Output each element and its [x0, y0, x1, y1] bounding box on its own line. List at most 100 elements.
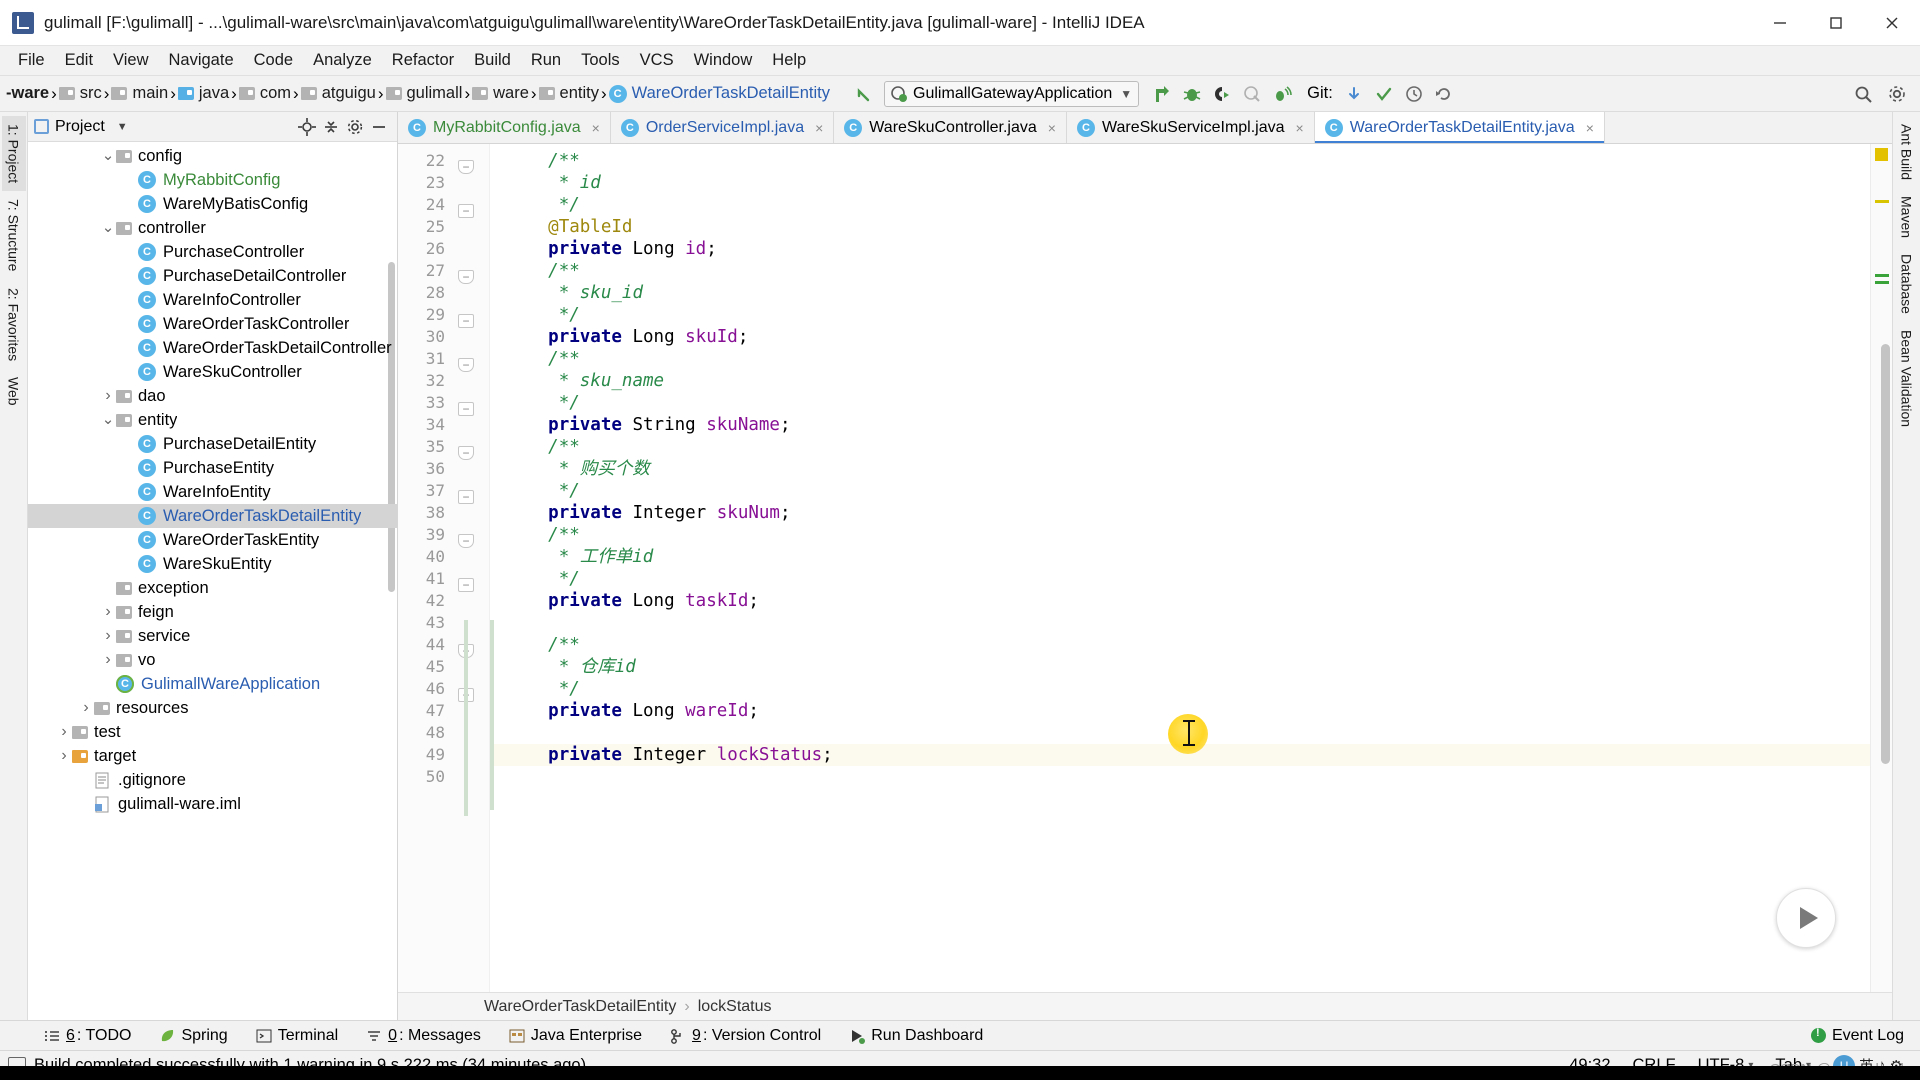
tool-window-button-messages[interactable]: 0: Messages — [352, 1024, 495, 1048]
code-line[interactable]: */ — [490, 480, 1870, 502]
tool-window-button-spring[interactable]: Spring — [145, 1024, 241, 1048]
menu-run[interactable]: Run — [521, 49, 571, 72]
chevron-right-icon[interactable]: › — [100, 603, 116, 621]
code-line[interactable]: /** — [490, 634, 1870, 656]
code-editor[interactable]: −−−−−−−−−−−− 222324252627282930313233343… — [398, 144, 1892, 992]
breadcrumb-item-ware[interactable]: -ware — [2, 84, 51, 103]
fold-region-start-icon[interactable]: − — [458, 160, 474, 174]
code-line[interactable]: */ — [490, 392, 1870, 414]
fold-region-end-icon[interactable]: − — [458, 402, 474, 416]
menu-refactor[interactable]: Refactor — [382, 49, 464, 72]
chevron-right-icon[interactable]: › — [100, 627, 116, 645]
tool-window-antbuild[interactable]: Ant Build — [1895, 116, 1919, 188]
tool-window-button-terminal[interactable]: Terminal — [242, 1024, 352, 1048]
code-line[interactable]: /** — [490, 260, 1870, 282]
code-line[interactable]: private String skuName; — [490, 414, 1870, 436]
editor-vertical-scrollbar[interactable] — [1881, 344, 1890, 764]
warning-marker[interactable] — [1875, 200, 1889, 203]
run-with-coverage-icon[interactable] — [1207, 79, 1237, 109]
code-line[interactable]: /** — [490, 348, 1870, 370]
menu-edit[interactable]: Edit — [55, 49, 103, 72]
breadcrumb-item-wareordertaskdetailentity[interactable]: C WareOrderTaskDetailEntity — [607, 84, 832, 103]
tool-window-button-versioncontrol[interactable]: 9: Version Control — [656, 1024, 835, 1048]
menu-file[interactable]: File — [8, 49, 55, 72]
breadcrumb-item-com[interactable]: com — [237, 84, 293, 103]
chevron-down-icon[interactable]: ⌄ — [100, 148, 116, 163]
code-line[interactable]: * 购买个数 — [490, 458, 1870, 480]
settings-icon[interactable] — [1882, 79, 1912, 109]
tool-window-2favorites[interactable]: 2: Favorites — [2, 280, 26, 369]
tree-item[interactable]: › resources — [28, 696, 397, 720]
maximize-button[interactable] — [1808, 0, 1864, 46]
run-configuration-selector[interactable]: GulimallGatewayApplication ▼ — [884, 80, 1140, 107]
fold-region-end-icon[interactable]: − — [458, 204, 474, 218]
menu-tools[interactable]: Tools — [571, 49, 630, 72]
code-line[interactable]: * sku_name — [490, 370, 1870, 392]
code-content[interactable]: /** * id */ @TableId private Long id; /*… — [490, 144, 1870, 992]
fold-region-start-icon[interactable]: − — [458, 358, 474, 372]
debug-icon[interactable] — [1177, 79, 1207, 109]
tool-window-database[interactable]: Database — [1895, 246, 1919, 322]
tree-item[interactable]: › vo — [28, 648, 397, 672]
vcs-change-marker[interactable] — [490, 620, 494, 810]
fold-region-start-icon[interactable]: − — [458, 534, 474, 548]
code-line[interactable]: * 工作单id — [490, 546, 1870, 568]
search-everywhere-icon[interactable] — [1848, 79, 1878, 109]
editor-breadcrumb-item[interactable]: lockStatus — [698, 998, 772, 1016]
locate-icon[interactable] — [295, 115, 319, 139]
tree-item[interactable]: C GulimallWareApplication — [28, 672, 397, 696]
tree-item[interactable]: C WareSkuEntity — [28, 552, 397, 576]
close-icon[interactable]: × — [1296, 120, 1304, 136]
project-panel-title-group[interactable]: Project ▼ — [34, 118, 128, 136]
history-icon[interactable] — [1399, 79, 1429, 109]
menu-build[interactable]: Build — [464, 49, 521, 72]
fold-region-start-icon[interactable]: − — [458, 270, 474, 284]
tree-item[interactable]: › dao — [28, 384, 397, 408]
tool-window-maven[interactable]: Maven — [1895, 188, 1919, 246]
code-line[interactable] — [490, 766, 1870, 788]
tree-item[interactable]: › service — [28, 624, 397, 648]
tree-item[interactable]: C WareInfoController — [28, 288, 397, 312]
breadcrumb-item-src[interactable]: src — [57, 84, 104, 103]
code-line[interactable]: */ — [490, 568, 1870, 590]
vcs-change-marker[interactable] — [464, 620, 468, 816]
code-line[interactable]: */ — [490, 304, 1870, 326]
tree-item[interactable]: › feign — [28, 600, 397, 624]
tree-item[interactable]: C PurchaseEntity — [28, 456, 397, 480]
code-line[interactable]: private Long skuId; — [490, 326, 1870, 348]
chevron-right-icon[interactable]: › — [100, 651, 116, 669]
tree-item[interactable]: C WareOrderTaskEntity — [28, 528, 397, 552]
profile-icon[interactable] — [1237, 79, 1267, 109]
chevron-down-icon[interactable]: ⌄ — [100, 220, 116, 235]
tree-item[interactable]: gulimall-ware.iml — [28, 792, 397, 816]
close-icon[interactable]: × — [1048, 120, 1056, 136]
collapse-all-icon[interactable] — [319, 115, 343, 139]
code-line[interactable]: /** — [490, 524, 1870, 546]
code-line[interactable]: */ — [490, 678, 1870, 700]
tree-item[interactable]: C WareOrderTaskDetailController — [28, 336, 397, 360]
breadcrumb-item-atguigu[interactable]: atguigu — [299, 84, 378, 103]
breadcrumb-item-gulimall[interactable]: gulimall — [384, 84, 465, 103]
tree-item[interactable]: › target — [28, 744, 397, 768]
tree-item[interactable]: ⌄ controller — [28, 216, 397, 240]
code-line[interactable]: * id — [490, 172, 1870, 194]
editor-tab-wareskucontrollerjava[interactable]: C WareSkuController.java × — [834, 112, 1067, 143]
menu-code[interactable]: Code — [244, 49, 303, 72]
hide-icon[interactable] — [367, 115, 391, 139]
code-line[interactable]: private Long id; — [490, 238, 1870, 260]
editor-tab-wareordertaskdetailentityjava[interactable]: C WareOrderTaskDetailEntity.java × — [1314, 112, 1605, 143]
tree-item[interactable]: C PurchaseController — [28, 240, 397, 264]
chevron-right-icon[interactable]: › — [78, 699, 94, 717]
close-icon[interactable]: × — [592, 120, 600, 136]
tree-item[interactable]: .gitignore — [28, 768, 397, 792]
code-line[interactable] — [490, 722, 1870, 744]
code-line[interactable]: /** — [490, 436, 1870, 458]
error-marker-strip[interactable] — [1870, 144, 1892, 992]
tool-window-button-todo[interactable]: 6: TODO — [30, 1024, 145, 1048]
attach-debugger-icon[interactable] — [1267, 79, 1297, 109]
code-line[interactable]: /** — [490, 150, 1870, 172]
update-project-icon[interactable] — [1339, 79, 1369, 109]
breadcrumb-item-entity[interactable]: entity — [537, 84, 601, 103]
chevron-right-icon[interactable]: › — [56, 747, 72, 765]
tree-item[interactable]: C WareMyBatisConfig — [28, 192, 397, 216]
